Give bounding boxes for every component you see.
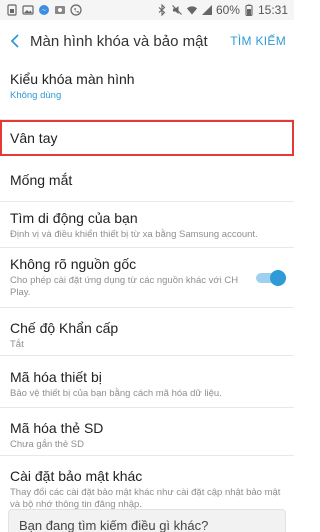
list-item-iris[interactable]: Mống mắt [0, 156, 294, 202]
help-search-card[interactable]: Bạn đang tìm kiếm điều gì khác? [8, 509, 286, 532]
clock: 15:31 [257, 3, 288, 17]
list-item-encrypt-sd-card[interactable]: Mã hóa thẻ SD Chưa gắn thẻ SD [0, 408, 294, 456]
unknown-sources-toggle[interactable] [256, 269, 286, 286]
item-title: Cài đặt bảo mật khác [10, 468, 143, 484]
page-title: Màn hình khóa và bảo mật [30, 32, 208, 50]
chevron-left-icon [10, 34, 19, 48]
item-subtitle: Chưa gắn thẻ SD [10, 439, 84, 450]
messenger-icon [39, 5, 49, 15]
settings-list: Kiểu khóa màn hình Không dùng Vân tay Mố… [0, 62, 294, 520]
signal-icon [201, 5, 212, 15]
system-icons: 60% 15:31 [156, 3, 288, 17]
viber-icon [70, 4, 82, 16]
item-title: Kiểu khóa màn hình [10, 71, 135, 87]
item-title: Mã hóa thẻ SD [10, 420, 104, 436]
status-bar: 60% 15:31 [0, 0, 294, 20]
app-bar: Màn hình khóa và bảo mật TÌM KIẾM [0, 20, 294, 62]
sim-icon [7, 4, 17, 16]
list-item-emergency-mode[interactable]: Chế độ Khẩn cấp Tắt [0, 308, 294, 356]
image-icon [22, 5, 34, 15]
item-title: Tìm di động của bạn [10, 210, 138, 226]
photo-icon [55, 6, 65, 14]
notification-icons [6, 4, 82, 16]
list-item-unknown-sources[interactable]: Không rõ nguồn gốc Cho phép cài đặt ứng … [0, 248, 294, 308]
mute-icon [172, 5, 182, 15]
list-item-screen-lock-type[interactable]: Kiểu khóa màn hình Không dùng [0, 62, 294, 120]
search-button[interactable]: TÌM KIẾM [230, 34, 286, 48]
item-subtitle: Tắt [10, 339, 24, 350]
item-title: Vân tay [10, 130, 58, 146]
list-item-find-my-mobile[interactable]: Tìm di động của bạn Định vị và điều khiể… [0, 202, 294, 248]
item-subtitle: Định vị và điều khiển thiết bị từ xa bằn… [10, 229, 258, 240]
item-title: Mã hóa thiết bị [10, 369, 102, 385]
toggle-knob [270, 269, 286, 286]
help-search-prompt: Bạn đang tìm kiếm điều gì khác? [19, 518, 209, 532]
battery-icon [245, 4, 253, 16]
item-title: Mống mắt [10, 172, 73, 188]
battery-percent: 60% [215, 3, 240, 17]
list-item-fingerprints[interactable]: Vân tay [0, 120, 294, 156]
item-subtitle: Cho phép cài đặt ứng dụng từ các nguồn k… [10, 275, 239, 298]
item-title: Không rõ nguồn gốc [10, 256, 137, 272]
wifi-icon [186, 6, 197, 15]
item-subtitle: Thay đổi các cài đặt bảo mật khác như cà… [10, 487, 281, 510]
list-item-encrypt-device[interactable]: Mã hóa thiết bị Bảo vệ thiết bị của bạn … [0, 356, 294, 408]
bluetooth-icon [158, 4, 166, 16]
item-subtitle: Bảo vệ thiết bị của bạn bằng cách mã hóa… [10, 388, 222, 399]
item-subtitle: Không dùng [10, 90, 62, 101]
item-title: Chế độ Khẩn cấp [10, 320, 119, 336]
back-button[interactable] [0, 20, 30, 62]
